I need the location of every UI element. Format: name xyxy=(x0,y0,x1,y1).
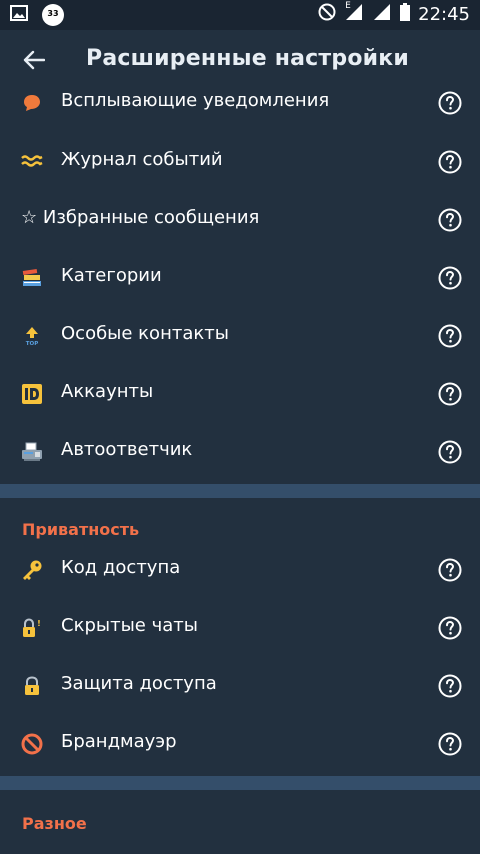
setting-firewall[interactable]: Брандмауэр xyxy=(0,715,480,773)
setting-favorite-messages[interactable]: ☆ Избранные сообщения xyxy=(0,191,480,249)
signal-icon xyxy=(372,3,392,25)
network-type-label: E xyxy=(345,1,351,11)
help-circle-icon[interactable] xyxy=(438,266,462,290)
setting-passcode[interactable]: Код доступа xyxy=(0,541,480,599)
setting-access-protection[interactable]: Защита доступа xyxy=(0,657,480,715)
battery-icon xyxy=(400,3,411,25)
help-circle-icon[interactable] xyxy=(438,324,462,348)
svg-text:TOP: TOP xyxy=(26,341,38,347)
clock: 22:45 xyxy=(418,3,470,25)
section-divider xyxy=(0,776,480,790)
setting-label: Журнал событий xyxy=(61,149,223,170)
image-icon xyxy=(10,5,28,25)
signal-icon: E xyxy=(344,1,364,25)
do-not-disturb-icon xyxy=(318,3,336,25)
books-icon xyxy=(20,266,44,290)
notification-badge-icon: 33 xyxy=(42,4,64,26)
page-title: Расширенные настройки xyxy=(86,46,409,71)
id-card-icon xyxy=(20,382,44,406)
setting-label: Аккаунты xyxy=(61,381,154,402)
lock-icon xyxy=(20,674,44,698)
arrow-left-icon xyxy=(23,50,46,74)
section-title-misc: Разное xyxy=(22,814,87,833)
setting-label: Автоответчик xyxy=(61,439,193,460)
top-arrow-icon: TOP xyxy=(20,324,44,348)
help-circle-icon[interactable] xyxy=(438,558,462,582)
setting-label: Особые контакты xyxy=(61,323,229,344)
setting-label: ☆ Избранные сообщения xyxy=(21,207,260,228)
help-circle-icon[interactable] xyxy=(438,732,462,756)
status-bar: 33 E 22:45 xyxy=(0,0,480,30)
fax-icon xyxy=(20,440,44,464)
setting-accounts[interactable]: Аккаунты xyxy=(0,365,480,423)
setting-special-contacts[interactable]: TOP Особые контакты xyxy=(0,307,480,365)
setting-event-log[interactable]: Журнал событий xyxy=(0,133,480,191)
setting-label: Всплывающие уведомления xyxy=(61,90,330,111)
section-title-privacy: Приватность xyxy=(22,520,140,539)
help-circle-icon[interactable] xyxy=(438,616,462,640)
help-circle-icon[interactable] xyxy=(438,674,462,698)
no-entry-icon xyxy=(20,732,44,756)
notification-badge-count: 33 xyxy=(47,9,59,18)
setting-label: Брандмауэр xyxy=(61,731,177,752)
svg-text:!: ! xyxy=(37,619,41,628)
setting-categories[interactable]: Категории xyxy=(0,249,480,307)
popup-bubble-icon xyxy=(20,91,44,115)
help-circle-icon[interactable] xyxy=(438,91,462,115)
setting-popup-notifications[interactable]: Всплывающие уведомления xyxy=(0,74,480,132)
help-circle-icon[interactable] xyxy=(438,208,462,232)
lock-icon: ! xyxy=(20,616,44,640)
setting-label: Категории xyxy=(61,265,162,286)
setting-hidden-chats[interactable]: ! Скрытые чаты xyxy=(0,599,480,657)
section-divider xyxy=(0,484,480,498)
setting-label: Скрытые чаты xyxy=(61,615,198,636)
waves-icon xyxy=(20,150,44,174)
help-circle-icon[interactable] xyxy=(438,440,462,464)
setting-label: Код доступа xyxy=(61,557,181,578)
help-circle-icon[interactable] xyxy=(438,382,462,406)
setting-autoresponder[interactable]: Автоответчик xyxy=(0,423,480,481)
key-icon xyxy=(20,558,44,582)
setting-label: Защита доступа xyxy=(61,673,217,694)
help-circle-icon[interactable] xyxy=(438,150,462,174)
